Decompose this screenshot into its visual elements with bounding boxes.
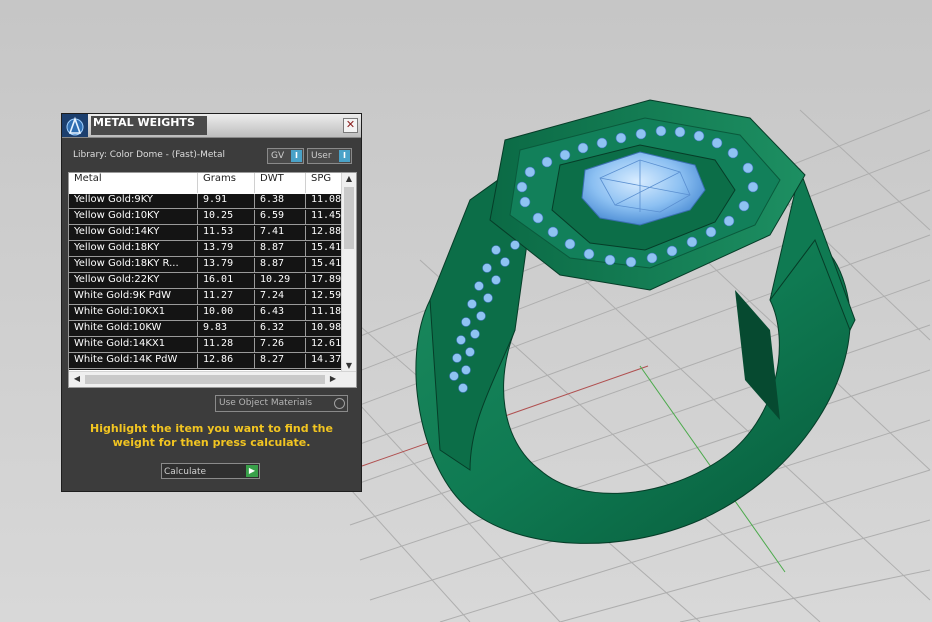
metal-cell: White Gold:10KW bbox=[69, 322, 198, 337]
grams-cell: 12.86 bbox=[198, 354, 255, 369]
metal-cell: White Gold:10KX1 bbox=[69, 306, 198, 321]
table-row[interactable]: White Gold:14KX1 11.28 7.26 12.61 bbox=[69, 338, 356, 354]
radio-icon[interactable] bbox=[334, 398, 345, 409]
metal-cell: Yellow Gold:14KY bbox=[69, 226, 198, 241]
vertical-scrollbar[interactable]: ▲ ▼ bbox=[341, 173, 356, 371]
grams-cell: 9.91 bbox=[198, 194, 255, 209]
dwt-cell: 7.41 bbox=[255, 226, 306, 241]
close-icon[interactable]: ✕ bbox=[343, 118, 358, 133]
library-label: Library: Color Dome - (Fast)-Metal bbox=[73, 150, 225, 160]
panel-title: METAL WEIGHTS bbox=[91, 116, 207, 135]
column-header-metal[interactable]: Metal bbox=[69, 173, 198, 193]
gv-toggle[interactable]: GV I bbox=[267, 148, 304, 164]
grams-cell: 10.25 bbox=[198, 210, 255, 225]
metal-cell: Yellow Gold:10KY bbox=[69, 210, 198, 225]
grams-cell: 11.53 bbox=[198, 226, 255, 241]
dwt-cell: 6.59 bbox=[255, 210, 306, 225]
metal-table[interactable]: Metal Grams DWT SPG Yellow Gold:9KY 9.91 6… bbox=[68, 172, 357, 388]
grams-cell: 10.00 bbox=[198, 306, 255, 321]
metal-cell: Yellow Gold:18KY R... bbox=[69, 258, 198, 273]
grams-cell: 11.28 bbox=[198, 338, 255, 353]
user-toggle-label: User bbox=[311, 151, 332, 161]
horizontal-scrollbar[interactable]: ◀ ▶ bbox=[69, 371, 356, 387]
user-toggle-knob: I bbox=[339, 150, 350, 162]
scroll-left-icon[interactable]: ◀ bbox=[70, 374, 84, 383]
ring-model bbox=[415, 99, 856, 544]
metal-cell: Yellow Gold:9KY bbox=[69, 194, 198, 209]
use-object-materials-option[interactable]: Use Object Materials bbox=[215, 395, 348, 412]
metal-cell: White Gold:9K PdW bbox=[69, 290, 198, 305]
grams-cell: 13.79 bbox=[198, 242, 255, 257]
dwt-cell: 7.24 bbox=[255, 290, 306, 305]
dwt-cell: 8.27 bbox=[255, 354, 306, 369]
table-row[interactable]: White Gold:10KX1 10.00 6.43 11.18 bbox=[69, 306, 356, 322]
app-logo-icon bbox=[62, 114, 88, 137]
dwt-cell: 6.38 bbox=[255, 194, 306, 209]
table-row[interactable]: White Gold:10KW 9.83 6.32 10.98 bbox=[69, 322, 356, 338]
grams-cell: 16.01 bbox=[198, 274, 255, 289]
dwt-cell: 6.32 bbox=[255, 322, 306, 337]
dwt-cell: 8.87 bbox=[255, 242, 306, 257]
table-body: Yellow Gold:9KY 9.91 6.38 11.08 Yellow Gold… bbox=[69, 194, 356, 370]
table-row[interactable]: Yellow Gold:14KY 11.53 7.41 12.88 bbox=[69, 226, 356, 242]
use-object-materials-label: Use Object Materials bbox=[219, 398, 313, 408]
gv-toggle-knob: I bbox=[291, 150, 302, 162]
table-row[interactable]: Yellow Gold:18KY 13.79 8.87 15.41 bbox=[69, 242, 356, 258]
dwt-cell: 10.29 bbox=[255, 274, 306, 289]
table-row[interactable]: White Gold:9K PdW 11.27 7.24 12.59 bbox=[69, 290, 356, 306]
column-header-spg[interactable]: SPG bbox=[306, 173, 346, 193]
grams-cell: 9.83 bbox=[198, 322, 255, 337]
vertical-scroll-thumb[interactable] bbox=[344, 187, 354, 249]
table-header: Metal Grams DWT SPG bbox=[69, 173, 341, 193]
play-arrow-icon: ▶ bbox=[246, 465, 258, 477]
table-row[interactable]: Yellow Gold:10KY 10.25 6.59 11.45 bbox=[69, 210, 356, 226]
calculate-button[interactable]: Calculate ▶ bbox=[161, 463, 260, 479]
table-row[interactable]: White Gold:14K PdW 12.86 8.27 14.37 bbox=[69, 354, 356, 370]
column-header-dwt[interactable]: DWT bbox=[255, 173, 306, 193]
metal-cell: Yellow Gold:18KY bbox=[69, 242, 198, 257]
table-row[interactable]: Yellow Gold:18KY R... 13.79 8.87 15.41 bbox=[69, 258, 356, 274]
calculate-label: Calculate bbox=[164, 467, 207, 477]
metal-cell: Yellow Gold:22KY bbox=[69, 274, 198, 289]
scroll-down-icon[interactable]: ▼ bbox=[342, 361, 356, 370]
table-row[interactable]: Yellow Gold:22KY 16.01 10.29 17.89 bbox=[69, 274, 356, 290]
instruction-text: Highlight the item you want to find the … bbox=[90, 422, 333, 449]
horizontal-scroll-thumb[interactable] bbox=[85, 375, 325, 384]
scroll-right-icon[interactable]: ▶ bbox=[326, 374, 340, 383]
grams-cell: 13.79 bbox=[198, 258, 255, 273]
dwt-cell: 6.43 bbox=[255, 306, 306, 321]
metal-weights-panel: METAL WEIGHTS ✕ Library: Color Dome - (F… bbox=[61, 113, 362, 492]
table-row[interactable]: Yellow Gold:9KY 9.91 6.38 11.08 bbox=[69, 194, 356, 210]
dwt-cell: 8.87 bbox=[255, 258, 306, 273]
column-header-grams[interactable]: Grams bbox=[198, 173, 255, 193]
metal-cell: White Gold:14KX1 bbox=[69, 338, 198, 353]
grams-cell: 11.27 bbox=[198, 290, 255, 305]
user-toggle[interactable]: User I bbox=[307, 148, 352, 164]
scroll-up-icon[interactable]: ▲ bbox=[342, 174, 356, 183]
dwt-cell: 7.26 bbox=[255, 338, 306, 353]
gv-toggle-label: GV bbox=[271, 151, 285, 161]
metal-cell: White Gold:14K PdW bbox=[69, 354, 198, 369]
panel-titlebar[interactable]: METAL WEIGHTS ✕ bbox=[62, 114, 361, 138]
